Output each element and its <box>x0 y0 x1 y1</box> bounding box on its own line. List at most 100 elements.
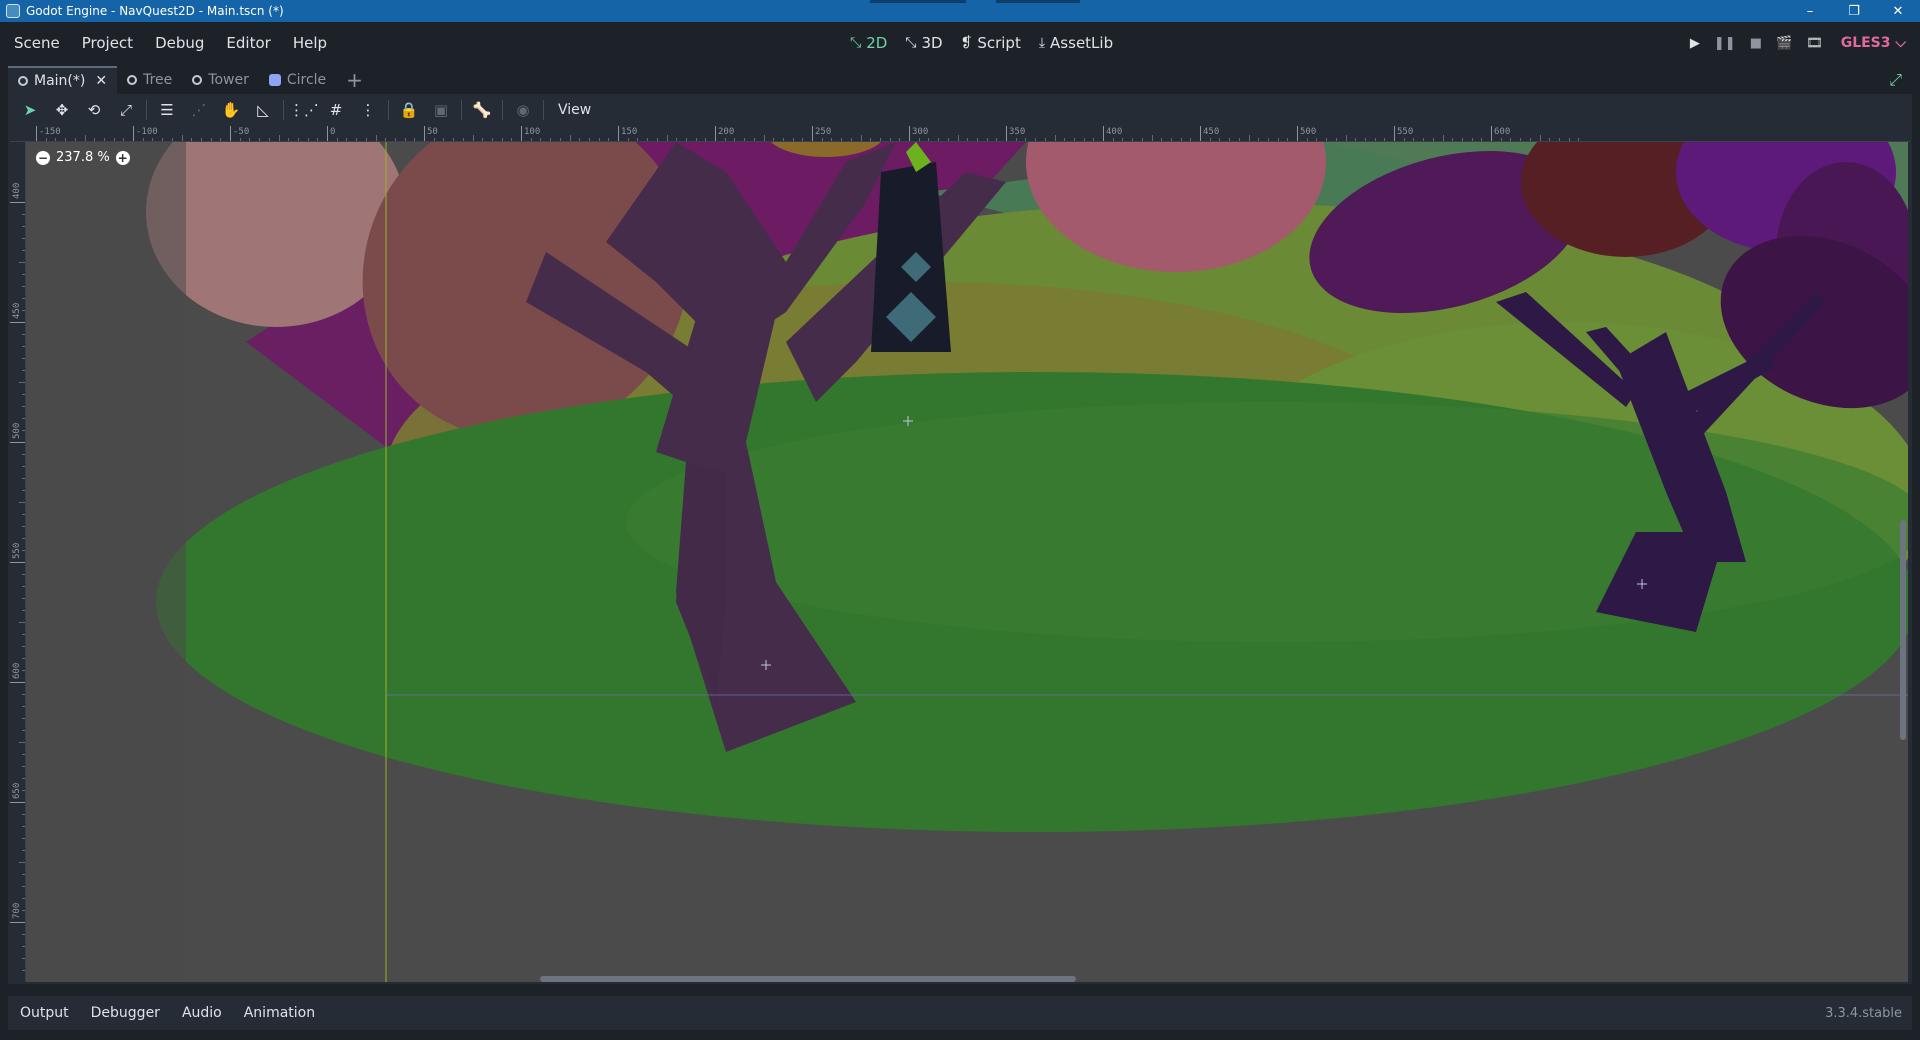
ruler-tick <box>10 682 25 683</box>
rotate-tool-icon[interactable]: ⟲ <box>78 96 110 124</box>
tab-audio[interactable]: Audio <box>172 1005 232 1021</box>
ruler-label: 150 <box>621 127 638 137</box>
view-menu[interactable]: View <box>548 102 601 118</box>
toolbar-separator <box>146 100 147 120</box>
canvas-toolbar: ➤ ✥ ⟲ ⤢ ☰ ⋰ ✋ ◺ ⋮⋰ # ⋮ 🔒 ▣ 🦴 ◉ View <box>8 94 1912 126</box>
node2d-icon <box>18 76 28 86</box>
vertical-scrollbar[interactable] <box>1900 520 1906 740</box>
ruler-label: 600 <box>12 662 22 679</box>
workspace-2d-button[interactable]: ⤡ 2D <box>850 34 887 52</box>
tab-main[interactable]: Main(*) ✕ <box>8 66 118 94</box>
ruler-minor-tick <box>181 135 183 141</box>
ruler-minor-tick <box>569 135 571 141</box>
ruler-minor-tick <box>19 742 25 743</box>
toolbar-separator <box>461 100 462 120</box>
skeleton-tool-icon[interactable]: 🦴 <box>466 96 498 124</box>
ruler-minor-tick <box>84 135 86 141</box>
ruler-minor-tick <box>1248 135 1250 141</box>
horizontal-scrollbar[interactable] <box>540 976 1076 982</box>
ruler-tick <box>36 126 37 141</box>
lock-toggle-icon[interactable]: 🔒 <box>393 96 425 124</box>
tab-tower[interactable]: Tower <box>182 66 259 94</box>
workspace-3d-button[interactable]: ⤡ 3D <box>905 34 942 52</box>
workspace-assetlib-button[interactable]: ⤓ AssetLib <box>1039 34 1113 52</box>
ruler-tool-icon[interactable]: ◺ <box>247 96 279 124</box>
group-toggle-icon[interactable]: ▣ <box>425 96 457 124</box>
zoom-out-button[interactable]: − <box>36 150 50 165</box>
ruler-label: 600 <box>1494 127 1511 137</box>
move-tool-icon[interactable]: ✥ <box>46 96 78 124</box>
snap-options-icon[interactable]: ⋮ <box>352 96 384 124</box>
pause-icon[interactable]: ❚❚ <box>1714 36 1736 51</box>
menu-help[interactable]: Help <box>285 34 335 52</box>
tab-circle[interactable]: Circle <box>259 66 336 94</box>
canvas-viewport[interactable] <box>26 142 1908 982</box>
pan-tool-icon[interactable]: ✋ <box>215 96 247 124</box>
vertical-ruler: 400 450 500 550 600 650 700 <box>10 142 26 982</box>
minimize-button[interactable]: – <box>1788 0 1832 22</box>
menu-debug[interactable]: Debug <box>147 34 212 52</box>
pivot-tool-icon[interactable]: ⋰ <box>183 96 215 124</box>
window-titlebar: Godot Engine - NavQuest2D - Main.tscn (*… <box>0 0 1920 22</box>
tab-tree[interactable]: Tree <box>117 66 182 94</box>
grid-snap-toggle-icon[interactable]: # <box>320 96 352 124</box>
camera-override-icon[interactable]: ◉ <box>507 96 539 124</box>
ruler-label: 0 <box>330 127 336 137</box>
ruler-tick <box>10 442 25 443</box>
list-select-tool-icon[interactable]: ☰ <box>151 96 183 124</box>
ruler-label: 500 <box>12 422 22 439</box>
toolbar-separator <box>543 100 544 120</box>
workspace-script-button[interactable]: ❡ Script <box>961 34 1021 52</box>
select-tool-icon[interactable]: ➤ <box>14 96 46 124</box>
toolbar-separator <box>502 100 503 120</box>
ruler-tick <box>1200 126 1201 141</box>
tab-output[interactable]: Output <box>10 1005 79 1021</box>
toolbar-separator <box>388 100 389 120</box>
tab-label: Tower <box>208 72 249 88</box>
ruler-minor-tick <box>957 135 959 141</box>
play-scene-icon[interactable]: 🎬 <box>1776 36 1792 51</box>
ruler-minor-tick <box>19 262 25 263</box>
ruler-minor-tick <box>666 135 668 141</box>
ruler-label: 400 <box>12 182 22 199</box>
ruler-label: -50 <box>233 127 250 137</box>
ruler-minor-tick <box>19 502 25 503</box>
ruler-minor-tick <box>375 135 377 141</box>
ruler-tick <box>909 126 910 141</box>
menu-scene[interactable]: Scene <box>6 34 68 52</box>
play-icon[interactable]: ▶ <box>1690 36 1700 51</box>
ruler-label: 450 <box>1203 127 1220 137</box>
menu-editor[interactable]: Editor <box>218 34 278 52</box>
bottom-panel-bar: Output Debugger Audio Animation 3.3.4.st… <box>8 996 1912 1030</box>
ruler-label: 550 <box>1397 127 1414 137</box>
scene-tab-bar: Main(*) ✕ Tree Tower Circle + ⤢ <box>8 64 1912 94</box>
tab-animation[interactable]: Animation <box>234 1005 325 1021</box>
renderer-select[interactable]: GLES3 ⌵ <box>1841 35 1906 51</box>
menu-project[interactable]: Project <box>74 34 141 52</box>
scene-drawing <box>26 142 1908 982</box>
tab-debugger[interactable]: Debugger <box>81 1005 170 1021</box>
close-tab-icon[interactable]: ✕ <box>95 73 107 89</box>
ruler-label: 50 <box>427 127 438 137</box>
add-tab-button[interactable]: + <box>336 66 373 94</box>
zoom-level[interactable]: 237.8 % <box>56 150 110 165</box>
script-icon: ❡ <box>960 35 973 51</box>
restore-button[interactable]: ❐ <box>1832 0 1876 22</box>
distraction-free-icon[interactable]: ⤢ <box>1889 70 1902 90</box>
ruler-tick <box>1394 126 1395 141</box>
scale-tool-icon[interactable]: ⤢ <box>110 96 142 124</box>
workspace-label: AssetLib <box>1050 34 1114 52</box>
ruler-label: 650 <box>12 782 22 799</box>
zoom-in-button[interactable]: + <box>115 150 130 165</box>
ruler-tick <box>715 126 716 141</box>
ruler-tick <box>230 126 231 141</box>
smart-snap-toggle-icon[interactable]: ⋮⋰ <box>288 96 320 124</box>
ruler-label: 100 <box>524 127 541 137</box>
stop-icon[interactable]: ■ <box>1750 36 1762 51</box>
ruler-minor-tick <box>278 135 280 141</box>
ruler-minor-tick <box>1442 135 1444 141</box>
workspace-switcher: ⤡ 2D ⤡ 3D ❡ Script ⤓ AssetLib <box>850 22 1113 64</box>
play-custom-scene-icon[interactable]: 🎞 <box>1806 36 1823 51</box>
close-button[interactable]: ✕ <box>1876 0 1920 22</box>
ruler-tick <box>1491 126 1492 141</box>
